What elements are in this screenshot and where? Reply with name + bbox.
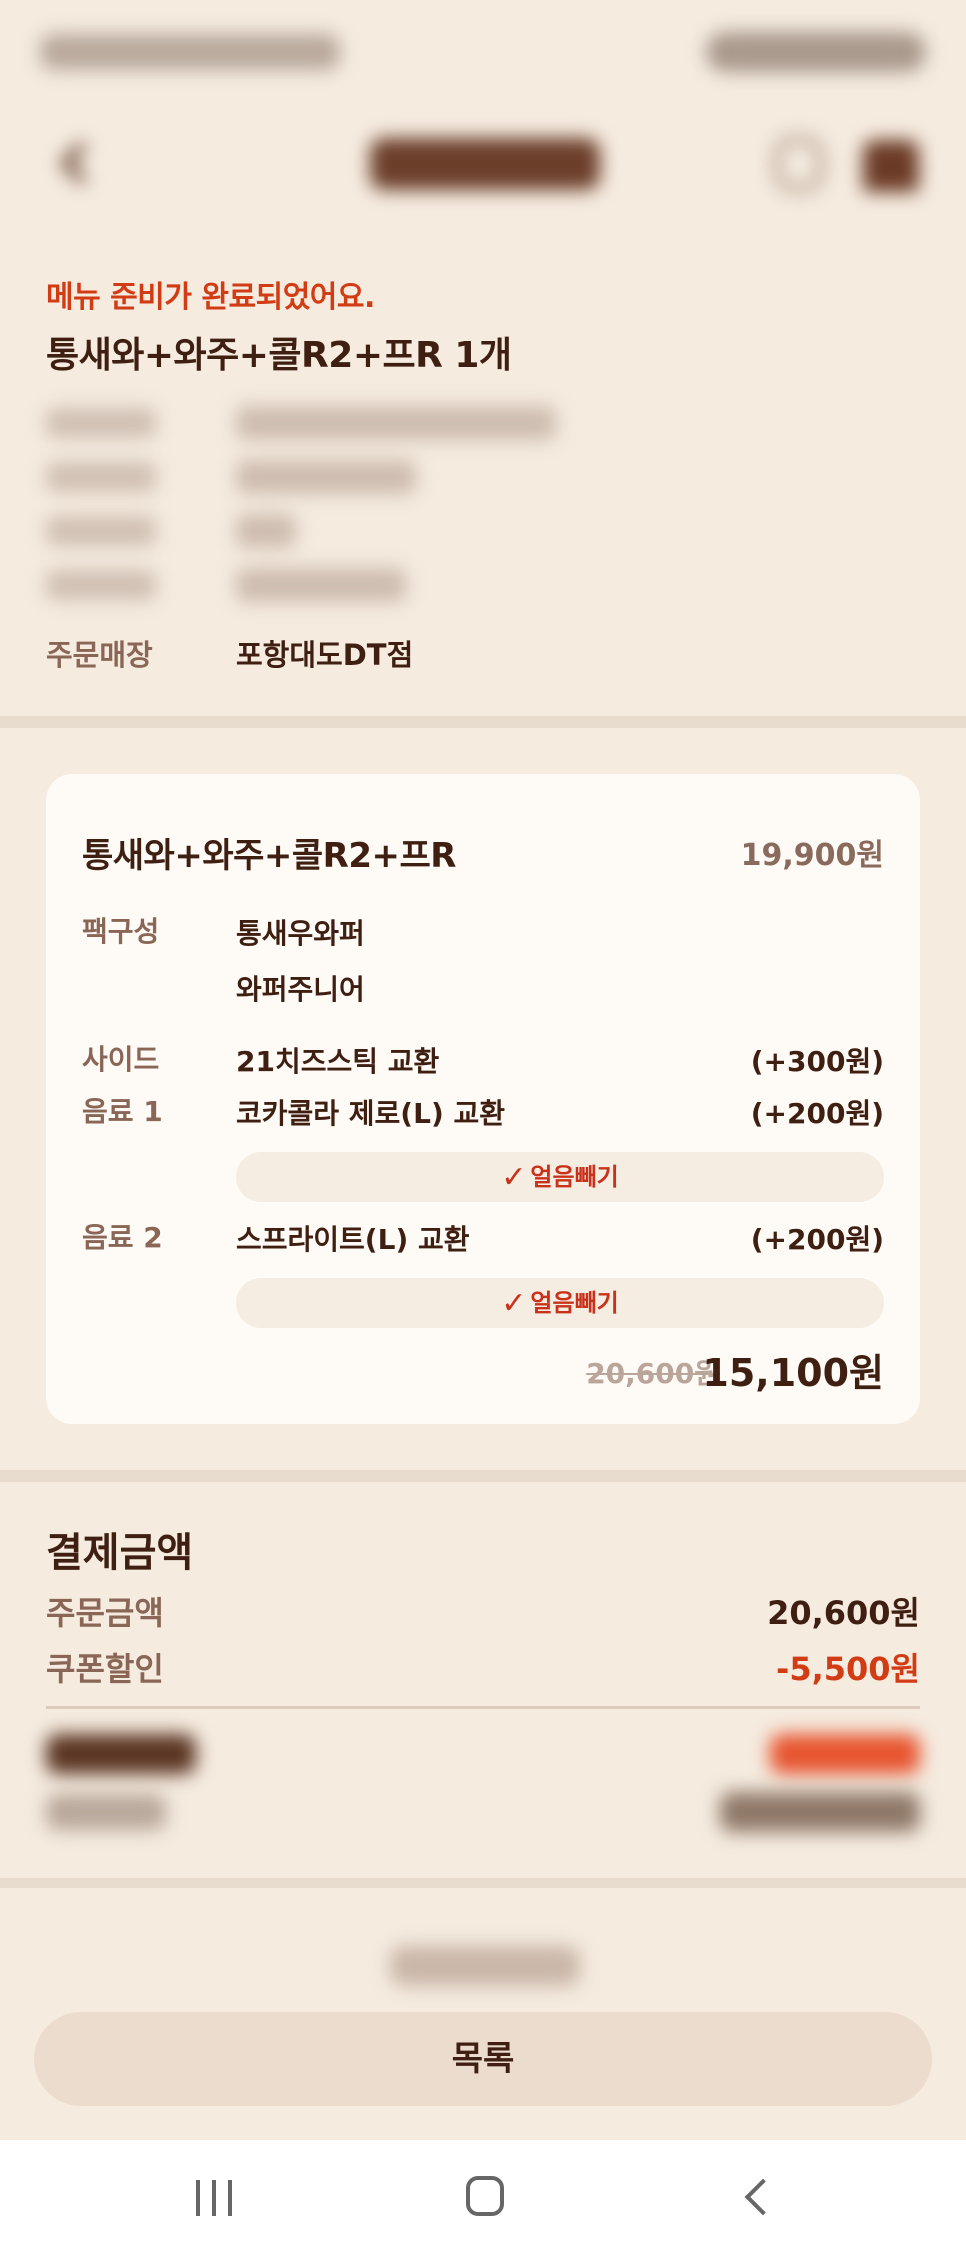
status-bar-right <box>706 32 926 72</box>
back-arrow-icon[interactable] <box>50 130 110 200</box>
drink1-value: 코카콜라 제로(L) 교환 <box>236 1097 506 1130</box>
bag-icon[interactable] <box>770 132 830 198</box>
blurred-total-label <box>46 1734 196 1774</box>
coupon-row: 쿠폰할인 -5,500원 <box>46 1644 920 1690</box>
drink1-option: 얼음빼기 <box>530 1163 619 1191</box>
section-divider <box>0 1470 966 1482</box>
drink1-option-pill: ✓ 얼음빼기 <box>236 1152 884 1202</box>
recent-apps-icon[interactable] <box>196 2180 236 2216</box>
page-title <box>370 138 600 190</box>
order-amount-row: 주문금액 20,600원 <box>46 1588 920 1634</box>
pack-item: 와퍼주니어 <box>236 973 365 1006</box>
store-label: 주문매장 <box>46 638 153 672</box>
status-bar <box>0 0 966 100</box>
drink2-label: 음료 2 <box>82 1221 163 1254</box>
order-item-card: 통새와+와주+콜R2+프R 19,900원 팩구성 통새우와퍼 와퍼주니어 사이… <box>46 774 920 1424</box>
side-value: 21치즈스틱 교환 <box>236 1045 440 1078</box>
drink1-label: 음료 1 <box>82 1095 163 1128</box>
check-icon: ✓ <box>501 1286 527 1321</box>
store-value: 포항대도DT점 <box>236 638 414 672</box>
original-price: 20,600원 <box>586 1357 720 1390</box>
order-amount-label: 주문금액 <box>46 1594 164 1632</box>
system-nav-bar <box>0 2140 966 2254</box>
coupon-value: -5,500원 <box>776 1650 920 1688</box>
back-icon[interactable] <box>744 2178 782 2216</box>
drink1-add-price: (+200원) <box>750 1097 884 1130</box>
final-price: 15,100원 <box>702 1351 884 1395</box>
drink2-option-pill: ✓ 얼음빼기 <box>236 1278 884 1328</box>
side-add-price: (+300원) <box>750 1045 884 1078</box>
order-info-blurred <box>46 400 606 616</box>
section-divider <box>0 1878 966 1888</box>
blurred-link[interactable] <box>390 1946 580 1986</box>
blurred-method-label <box>46 1794 166 1830</box>
item-name: 통새와+와주+콜R2+프R <box>82 836 456 876</box>
status-bar-left <box>40 34 340 70</box>
order-amount-value: 20,600원 <box>767 1594 920 1632</box>
top-app-bar <box>0 110 966 220</box>
payment-title: 결제금액 <box>46 1530 194 1576</box>
blurred-total-value <box>770 1734 920 1774</box>
drink2-add-price: (+200원) <box>750 1223 884 1256</box>
item-price: 19,900원 <box>740 838 884 873</box>
home-button-icon[interactable] <box>466 2176 504 2216</box>
pack-item: 통새우와퍼 <box>236 917 365 950</box>
order-summary-title: 통새와+와주+콜R2+프R 1개 <box>46 335 512 376</box>
payment-divider <box>46 1706 920 1709</box>
pack-label: 팩구성 <box>82 915 160 948</box>
drink2-value: 스프라이트(L) 교환 <box>236 1223 470 1256</box>
check-icon: ✓ <box>501 1160 527 1195</box>
section-divider <box>0 716 966 728</box>
list-button[interactable]: 목록 <box>34 2012 932 2106</box>
ready-message: 메뉴 준비가 완료되었어요. <box>46 280 375 315</box>
store-row: 주문매장 포항대도DT점 <box>46 628 646 672</box>
home-icon[interactable] <box>858 132 924 198</box>
side-label: 사이드 <box>82 1043 160 1076</box>
blurred-method-value <box>720 1792 920 1832</box>
coupon-label: 쿠폰할인 <box>46 1650 164 1688</box>
drink2-option: 얼음빼기 <box>530 1289 619 1317</box>
